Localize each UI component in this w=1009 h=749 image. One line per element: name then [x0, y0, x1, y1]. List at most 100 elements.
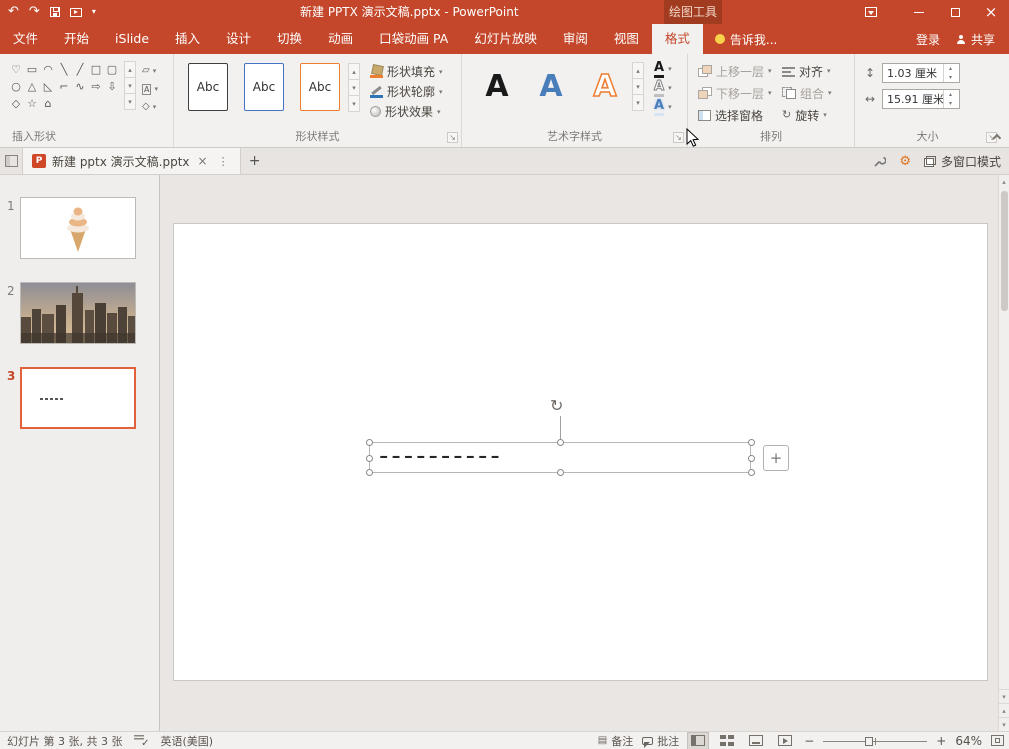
- dialog-launcher-icon[interactable]: ↘: [673, 132, 684, 143]
- send-backward-button[interactable]: 下移一层 ▾: [698, 83, 772, 103]
- tab-slideshow[interactable]: 幻灯片放映: [461, 24, 550, 54]
- slide-surface[interactable]: ---------- ↻ +: [173, 223, 988, 681]
- shape-style-preset[interactable]: Abc: [300, 63, 340, 111]
- shape-icon[interactable]: ⇩: [104, 78, 120, 95]
- redo-icon[interactable]: ↷: [29, 0, 40, 24]
- shape-icon[interactable]: ▭: [24, 61, 40, 78]
- text-fill-button[interactable]: A ▾: [654, 60, 672, 78]
- zoom-out-button[interactable]: −: [804, 733, 814, 749]
- gallery-scroll-down-icon[interactable]: ▾: [124, 77, 136, 94]
- spin-down-icon[interactable]: ▾: [944, 73, 957, 82]
- selection-handle[interactable]: [557, 469, 564, 476]
- bring-forward-button[interactable]: 上移一层 ▾: [698, 61, 772, 81]
- width-input[interactable]: [883, 91, 943, 108]
- tab-view[interactable]: 视图: [601, 24, 652, 54]
- rotate-button[interactable]: ↻ 旋转 ▾: [782, 105, 832, 125]
- tab-insert[interactable]: 插入: [162, 24, 213, 54]
- normal-view-button[interactable]: [688, 733, 708, 749]
- start-slideshow-icon[interactable]: [70, 8, 82, 17]
- reading-view-button[interactable]: [746, 733, 766, 749]
- spin-down-icon[interactable]: ▾: [944, 99, 957, 108]
- shape-effects-button[interactable]: 形状效果 ▾: [370, 102, 443, 121]
- document-tab[interactable]: P 新建 pptx 演示文稿.pptx × ⋮: [22, 148, 241, 174]
- shape-icon[interactable]: ⌐: [56, 78, 72, 95]
- shape-icon[interactable]: ⇨: [88, 78, 104, 95]
- tab-list-button[interactable]: [0, 148, 22, 174]
- spin-up-icon[interactable]: ▴: [944, 90, 957, 99]
- slide-thumbnail-1[interactable]: 1: [0, 197, 160, 267]
- tab-islide[interactable]: iSlide: [102, 24, 162, 54]
- shape-icon[interactable]: △: [24, 78, 40, 95]
- spell-check-icon[interactable]: ✓: [134, 734, 148, 747]
- gallery-scroll-up-icon[interactable]: ▴: [124, 61, 136, 78]
- slide-thumbnail-3[interactable]: 3: [0, 367, 160, 437]
- dialog-launcher-icon[interactable]: ↘: [447, 132, 458, 143]
- new-tab-button[interactable]: +: [241, 148, 269, 174]
- gallery-scroll-down-icon[interactable]: ▾: [348, 79, 360, 96]
- save-icon[interactable]: [50, 7, 60, 17]
- tab-format[interactable]: 格式: [652, 24, 703, 54]
- wordart-style-preset[interactable]: A: [474, 62, 520, 110]
- shape-icon[interactable]: ◇: [8, 95, 24, 112]
- slide-thumbnail-2[interactable]: 2: [0, 282, 160, 352]
- scroll-up-icon[interactable]: ▴: [999, 175, 1009, 189]
- share-button[interactable]: 共享: [956, 31, 995, 48]
- ribbon-display-options-button[interactable]: [857, 0, 885, 24]
- qat-dropdown-icon[interactable]: ▾: [92, 0, 96, 24]
- previous-slide-icon[interactable]: ▴: [999, 703, 1009, 717]
- selection-handle[interactable]: [557, 439, 564, 446]
- scroll-down-icon[interactable]: ▾: [999, 689, 1009, 703]
- wordart-style-preset[interactable]: A: [582, 62, 628, 110]
- selection-handle[interactable]: [748, 455, 755, 462]
- group-button[interactable]: 组合 ▾: [782, 83, 832, 103]
- shape-style-preset[interactable]: Abc: [188, 63, 228, 111]
- shape-style-preset[interactable]: Abc: [244, 63, 284, 111]
- slide-sorter-view-button[interactable]: [717, 733, 737, 749]
- tab-transitions[interactable]: 切换: [264, 24, 315, 54]
- close-button[interactable]: ×: [973, 0, 1009, 24]
- notes-button[interactable]: ▤ 备注: [598, 733, 633, 749]
- shape-icon[interactable]: ◠: [40, 61, 56, 78]
- shape-outline-button[interactable]: 形状轮廓 ▾: [370, 82, 443, 101]
- comments-button[interactable]: 批注: [642, 733, 679, 749]
- text-effects-button[interactable]: A ▾: [654, 98, 672, 116]
- spin-up-icon[interactable]: ▴: [944, 64, 957, 73]
- zoom-in-button[interactable]: +: [936, 733, 946, 749]
- selection-handle[interactable]: [366, 469, 373, 476]
- tell-me-box[interactable]: 告诉我...: [703, 24, 789, 54]
- shape-icon[interactable]: ∿: [72, 78, 88, 95]
- zoom-slider[interactable]: [823, 735, 927, 747]
- draw-textbox-button[interactable]: A ▾: [142, 81, 170, 97]
- slideshow-view-button[interactable]: [775, 733, 795, 749]
- tab-design[interactable]: 设计: [213, 24, 264, 54]
- shape-icon[interactable]: ⌂: [40, 95, 56, 112]
- selection-handle[interactable]: [748, 469, 755, 476]
- gallery-more-icon[interactable]: ▾: [348, 95, 360, 112]
- minimize-button[interactable]: [901, 0, 937, 24]
- gallery-scroll-up-icon[interactable]: ▴: [348, 63, 360, 80]
- gallery-scroll-down-icon[interactable]: ▾: [632, 78, 644, 95]
- editing-canvas[interactable]: ---------- ↻ +: [160, 175, 998, 731]
- selection-handle[interactable]: [748, 439, 755, 446]
- zoom-slider-thumb[interactable]: [865, 737, 873, 746]
- floating-add-button[interactable]: +: [763, 445, 789, 471]
- slide-counter[interactable]: 幻灯片 第 3 张, 共 3 张: [7, 733, 122, 749]
- collapse-ribbon-button[interactable]: [989, 129, 1005, 143]
- shape-icon[interactable]: ▢: [104, 61, 120, 78]
- gallery-more-icon[interactable]: ▾: [632, 94, 644, 111]
- wordart-style-preset[interactable]: A: [528, 62, 574, 110]
- textbox-content[interactable]: ----------: [379, 443, 503, 472]
- shape-icon[interactable]: ╲: [56, 61, 72, 78]
- scrollbar-thumb[interactable]: [1001, 191, 1008, 311]
- shape-fill-button[interactable]: 形状填充 ▾: [370, 62, 443, 81]
- tab-tools-icon[interactable]: [873, 155, 886, 168]
- merge-shapes-button[interactable]: ◇ ▾: [142, 99, 170, 115]
- language-indicator[interactable]: 英语(美国): [160, 733, 213, 749]
- shape-icon[interactable]: □: [88, 61, 104, 78]
- text-outline-button[interactable]: A ▾: [654, 79, 672, 97]
- maximize-button[interactable]: [937, 0, 973, 24]
- height-input[interactable]: [883, 65, 943, 82]
- align-button[interactable]: 对齐 ▾: [782, 61, 832, 81]
- tab-pocket-animation[interactable]: 口袋动画 PA: [366, 24, 461, 54]
- shape-icon[interactable]: ◺: [40, 78, 56, 95]
